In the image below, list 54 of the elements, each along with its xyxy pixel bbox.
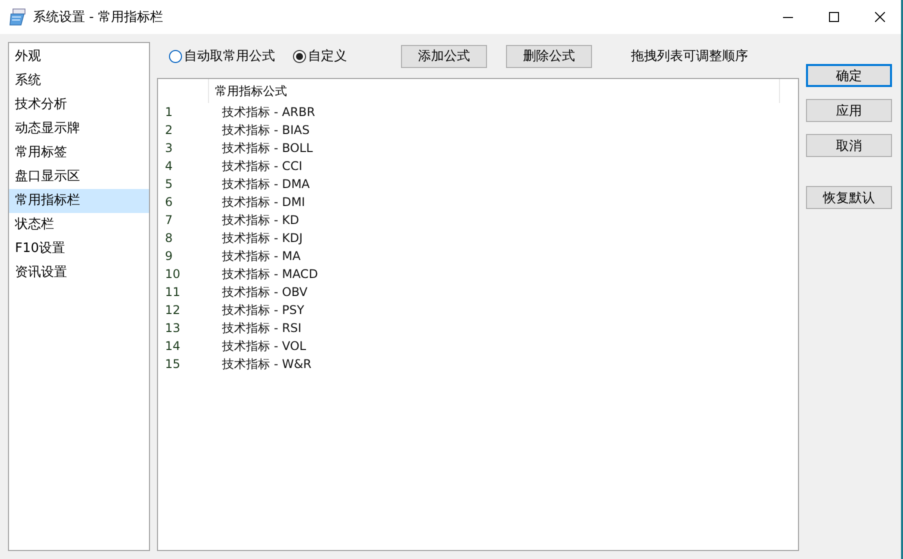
- close-icon[interactable]: [875, 12, 885, 22]
- table-cell[interactable]: 技术指标 - KD: [222, 211, 300, 229]
- row-number: 12: [164, 302, 182, 319]
- row-number: 4: [164, 158, 174, 175]
- sidebar-item[interactable]: 动态显示牌: [9, 117, 149, 141]
- row-number: 2: [164, 122, 174, 139]
- hint-text: 拖拽列表可调整顺序: [631, 48, 748, 65]
- sidebar-item[interactable]: 系统: [9, 69, 149, 93]
- maximize-icon[interactable]: [829, 12, 839, 22]
- column-header[interactable]: 常用指标公式: [209, 79, 780, 103]
- row-number: 1: [164, 104, 174, 121]
- radio-option[interactable]: 自动取常用公式: [169, 47, 275, 65]
- sidebar-item[interactable]: F10设置: [9, 237, 149, 261]
- row-number: 14: [164, 338, 182, 355]
- row-number: 7: [164, 212, 174, 229]
- dialog-button[interactable]: 取消: [806, 134, 892, 157]
- row-number: 6: [164, 194, 174, 211]
- table-cell[interactable]: 技术指标 - ARBR: [222, 103, 316, 121]
- table-cell[interactable]: 技术指标 - OBV: [222, 283, 308, 301]
- table-cell[interactable]: 技术指标 - DMI: [222, 193, 306, 211]
- table-cell[interactable]: 技术指标 - MACD: [222, 265, 318, 283]
- table-cell[interactable]: 技术指标 - MA: [222, 247, 301, 265]
- sidebar-item[interactable]: 外观: [9, 45, 149, 69]
- sidebar-item[interactable]: 技术分析: [9, 93, 149, 117]
- table-cell[interactable]: 技术指标 - W&R: [222, 355, 312, 373]
- row-number: 13: [164, 320, 182, 337]
- row-number: 3: [164, 140, 174, 157]
- radio-option[interactable]: 自定义: [293, 47, 347, 65]
- app-icon: [9, 8, 27, 26]
- table-cell[interactable]: 技术指标 - CCI: [222, 157, 302, 175]
- row-number: 10: [164, 266, 182, 283]
- table-cell[interactable]: 技术指标 - PSY: [222, 301, 304, 319]
- table-cell[interactable]: 技术指标 - BOLL: [222, 139, 313, 157]
- sidebar-item[interactable]: 盘口显示区: [9, 165, 149, 189]
- toolbar-button[interactable]: 删除公式: [506, 44, 592, 68]
- sidebar-item[interactable]: 常用标签: [9, 141, 149, 165]
- table-cell[interactable]: 技术指标 - KDJ: [222, 229, 303, 247]
- row-number: 11: [164, 284, 182, 301]
- row-number: 9: [164, 248, 174, 265]
- toolbar-button[interactable]: 添加公式: [401, 44, 487, 68]
- sidebar-item[interactable]: 资讯设置: [9, 261, 149, 285]
- dialog-button[interactable]: 应用: [806, 99, 892, 122]
- table-cell[interactable]: 技术指标 - VOL: [222, 337, 306, 355]
- table-cell[interactable]: 技术指标 - RSI: [222, 319, 302, 337]
- table-cell[interactable]: 技术指标 - DMA: [222, 175, 310, 193]
- row-number: 15: [164, 356, 182, 373]
- dialog-button[interactable]: 确定: [806, 64, 892, 87]
- window-title: 系统设置 - 常用指标栏: [33, 9, 163, 26]
- table-cell[interactable]: 技术指标 - BIAS: [222, 121, 310, 139]
- sidebar-item[interactable]: 常用指标栏: [9, 189, 149, 213]
- reset-button[interactable]: 恢复默认: [806, 186, 892, 209]
- row-number: 5: [164, 176, 174, 193]
- row-number: 8: [164, 230, 174, 247]
- sidebar-item[interactable]: 状态栏: [9, 213, 149, 237]
